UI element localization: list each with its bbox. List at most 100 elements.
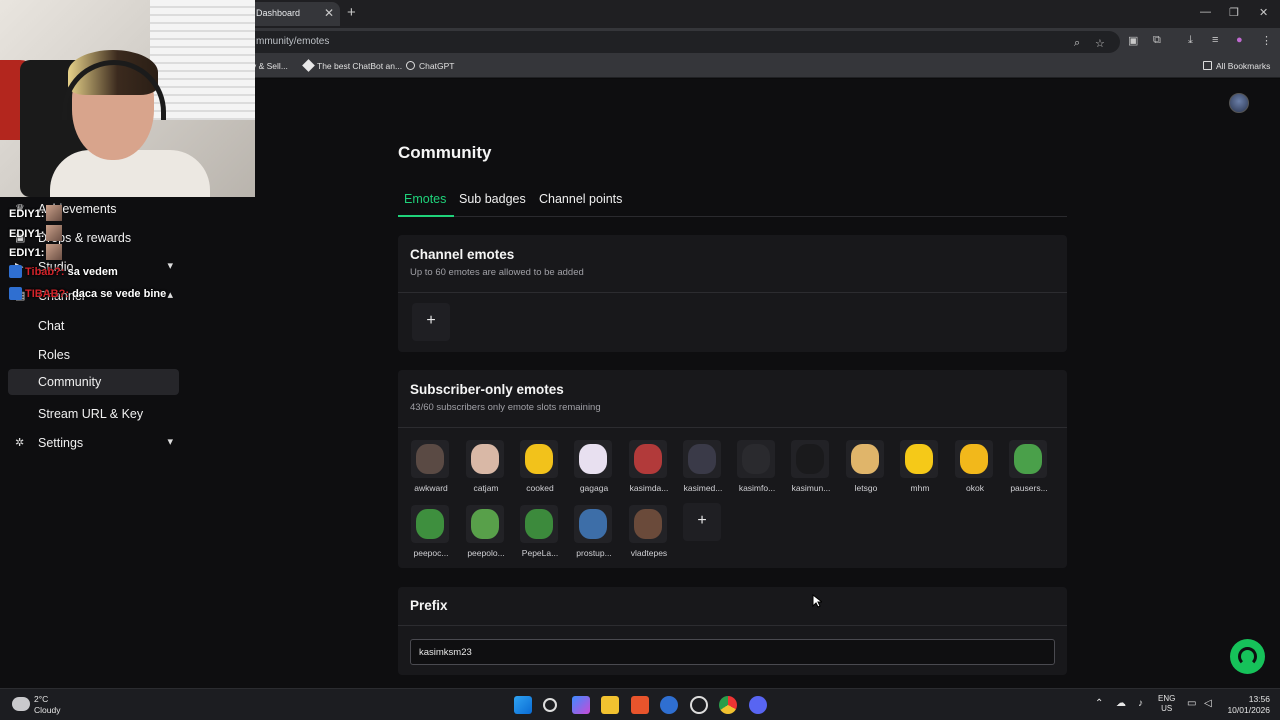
support-chat-button[interactable] <box>1230 639 1265 674</box>
tray-chevron-icon[interactable]: ⌃ <box>1095 698 1103 709</box>
emote-thumb <box>46 205 63 221</box>
add-channel-emote-button[interactable]: + <box>412 303 450 341</box>
new-tab-button[interactable]: + <box>347 4 356 21</box>
emote-image <box>1009 440 1047 478</box>
emote-name: mhm <box>910 483 930 493</box>
menu-icon[interactable]: ⋮ <box>1261 34 1272 47</box>
chevron-up-icon: ▴ <box>167 289 173 301</box>
sidebar-item-chat[interactable]: Chat <box>8 313 179 339</box>
cloud-sync-icon[interactable]: ☁ <box>1116 698 1126 709</box>
bookmark-item[interactable]: y & Sell... <box>252 61 288 71</box>
badge-icon <box>9 265 22 278</box>
emote-image <box>574 440 612 478</box>
emote-item[interactable]: awkward <box>403 440 459 500</box>
tab-sub-badges[interactable]: Sub badges <box>459 192 526 206</box>
emote-item[interactable]: vladtepes <box>621 505 677 565</box>
emote-item[interactable]: prostup... <box>566 505 622 565</box>
emote-glyph <box>416 509 444 539</box>
emote-item[interactable]: letsgo <box>838 440 894 500</box>
zoom-icon[interactable]: ⌕ <box>1074 37 1080 50</box>
bookmark-item[interactable]: ChatGPT <box>406 61 454 71</box>
emote-name: pausers... <box>1010 483 1048 493</box>
emote-item[interactable]: catjam <box>458 440 514 500</box>
emote-image <box>466 505 504 543</box>
emote-image <box>411 440 449 478</box>
emote-glyph <box>905 444 933 474</box>
emote-image <box>411 505 449 543</box>
microphone-icon[interactable]: ♪ <box>1138 698 1143 709</box>
emote-image <box>683 440 721 478</box>
tab-emotes[interactable]: Emotes <box>404 192 446 206</box>
profile-icon[interactable]: ● <box>1236 34 1243 46</box>
browser-tab[interactable]: Dashboard ✕ <box>248 2 340 26</box>
subscriber-emotes-card: Subscriber-only emotes 43/60 subscribers… <box>398 370 1067 568</box>
emote-item[interactable]: kasimun... <box>783 440 839 500</box>
emote-glyph <box>742 444 770 474</box>
url-input[interactable]: mmunity/emotes ⌕ ☆ <box>240 31 1120 53</box>
chat-message: EDIY1: <box>9 205 63 221</box>
copilot-icon[interactable] <box>572 696 590 714</box>
divider <box>398 427 1067 428</box>
emote-item[interactable]: gagaga <box>566 440 622 500</box>
volume-icon[interactable]: ◁ <box>1204 698 1212 709</box>
close-window-button[interactable]: ✕ <box>1259 6 1268 19</box>
emote-item[interactable]: peepolo... <box>458 505 514 565</box>
puzzle-icon[interactable]: ⧉ <box>1153 34 1161 47</box>
windows-start-icon[interactable] <box>514 696 532 714</box>
emote-glyph <box>416 444 444 474</box>
clock[interactable]: 13:56 10/01/2026 <box>1226 694 1270 716</box>
emote-item[interactable]: mhm <box>892 440 948 500</box>
sidebar-item-stream-url[interactable]: Stream URL & Key <box>8 401 179 427</box>
search-icon[interactable] <box>543 698 557 712</box>
emote-glyph <box>471 509 499 539</box>
emote-name: PepeLa... <box>521 548 559 558</box>
card-subtitle: 43/60 subscribers only emote slots remai… <box>410 402 601 413</box>
emote-glyph <box>1014 444 1042 474</box>
brave-icon[interactable] <box>631 696 649 714</box>
all-bookmarks[interactable]: All Bookmarks <box>1203 61 1270 71</box>
user-avatar[interactable] <box>1229 93 1249 113</box>
chrome-icon[interactable] <box>719 696 737 714</box>
emote-item[interactable]: peepoc... <box>403 505 459 565</box>
chatbot-icon <box>302 59 315 72</box>
divider <box>398 292 1067 293</box>
add-subscriber-emote-button[interactable]: + <box>683 503 721 541</box>
emote-image <box>900 440 938 478</box>
chatgpt-icon <box>406 61 415 70</box>
emote-item[interactable]: PepeLa... <box>512 505 568 565</box>
obs-icon[interactable] <box>690 696 708 714</box>
emote-item[interactable]: kasimfo... <box>729 440 785 500</box>
display-icon[interactable]: ▭ <box>1187 698 1196 709</box>
language-indicator[interactable]: ENG US <box>1158 694 1175 714</box>
restore-button[interactable]: ❐ <box>1229 6 1239 19</box>
emote-item[interactable]: kasimed... <box>675 440 731 500</box>
app-icon[interactable] <box>660 696 678 714</box>
emote-item[interactable]: pausers... <box>1001 440 1057 500</box>
weather-temp: 2°C <box>34 694 49 704</box>
chat-message: EDIY1: <box>9 244 63 260</box>
tab-channel-points[interactable]: Channel points <box>539 192 622 206</box>
emote-image <box>520 440 558 478</box>
download-icon[interactable]: ⤓ <box>1188 34 1193 47</box>
sidebar-item-roles[interactable]: Roles <box>8 342 179 368</box>
file-explorer-icon[interactable] <box>601 696 619 714</box>
emote-glyph <box>796 444 824 474</box>
sidebar-item-settings[interactable]: ✲ Settings ▾ <box>8 430 179 456</box>
minimize-button[interactable]: — <box>1200 6 1211 18</box>
bookmark-item[interactable]: The best ChatBot an... <box>302 59 402 72</box>
tab-close-icon[interactable]: ✕ <box>324 6 334 20</box>
prefix-input[interactable]: kasimksm23 <box>410 639 1055 665</box>
emote-name: vladtepes <box>630 548 668 558</box>
emote-image <box>737 440 775 478</box>
media-icon[interactable]: ≡ <box>1212 34 1218 46</box>
discord-icon[interactable] <box>749 696 767 714</box>
emote-item[interactable]: kasimda... <box>621 440 677 500</box>
emote-glyph <box>634 444 662 474</box>
emote-glyph <box>634 509 662 539</box>
emote-item[interactable]: cooked <box>512 440 568 500</box>
card-title: Channel emotes <box>410 247 515 262</box>
extension-icon[interactable]: ▣ <box>1128 34 1138 47</box>
emote-item[interactable]: okok <box>947 440 1003 500</box>
bookmark-star-icon[interactable]: ☆ <box>1095 37 1105 50</box>
sidebar-item-community[interactable]: Community <box>8 369 179 395</box>
